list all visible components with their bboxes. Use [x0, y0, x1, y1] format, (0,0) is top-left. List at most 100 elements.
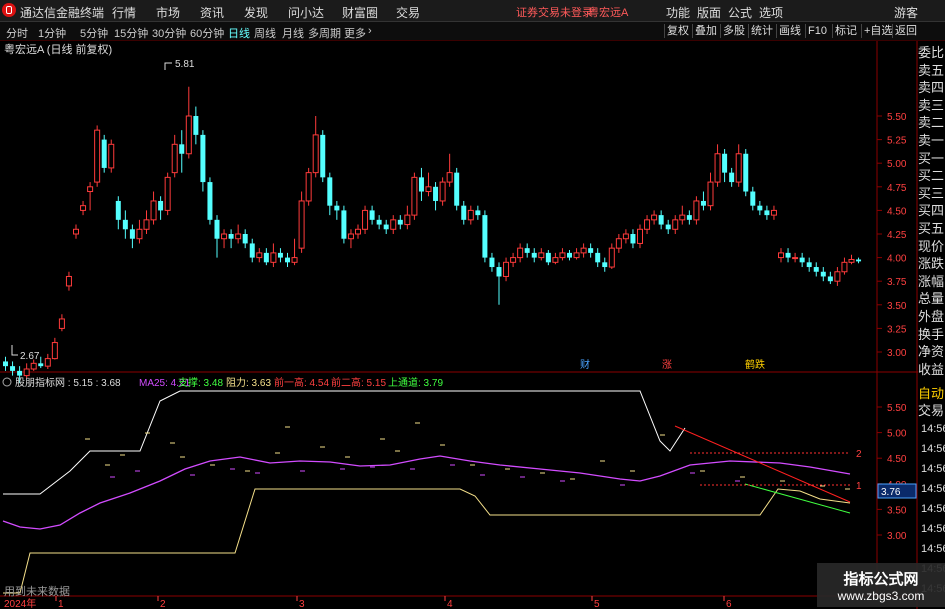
candle [806, 257, 812, 272]
tool-overlay[interactable]: 叠加 [692, 24, 719, 38]
candle [383, 219, 389, 234]
quote-panel-label[interactable]: 卖四 [918, 79, 945, 96]
candle [651, 210, 658, 225]
tool-stats[interactable]: 统计 [748, 24, 775, 38]
candle [615, 234, 622, 253]
quote-panel-label[interactable]: 买一 [918, 150, 945, 167]
quote-panel-label[interactable]: 卖五 [918, 62, 945, 79]
quote-panel-tab[interactable]: 交易 [918, 402, 945, 419]
candle [158, 196, 164, 220]
candle [729, 167, 735, 187]
candle [496, 262, 502, 305]
period-multi[interactable]: 多周期 [308, 25, 341, 41]
period-more[interactable]: 更多 [344, 25, 366, 41]
candle [778, 248, 784, 263]
tool-adjust[interactable]: 复权 [664, 24, 691, 38]
candle [228, 229, 234, 249]
main-y-tick-label: 5.50 [887, 112, 907, 123]
candle [538, 248, 545, 261]
candle [136, 219, 143, 244]
quote-panel-label[interactable]: 现价 [918, 238, 945, 255]
candle [87, 182, 94, 211]
quote-panel-label[interactable]: 买三 [918, 185, 945, 202]
quote-panel-label[interactable]: 卖三 [918, 97, 945, 114]
chart-area[interactable]: 粤宏远A (日线 前复权) 5.50 5.25 5.00 4.75 4.50 4.25 4.… [0, 41, 945, 609]
trade-time: 14:56 [921, 463, 945, 475]
period-tick[interactable]: 分时 [6, 25, 28, 41]
tool-f10[interactable]: F10 [805, 24, 829, 38]
candle [630, 229, 636, 249]
quote-panel-label[interactable]: 买五 [918, 220, 945, 237]
candle [827, 271, 833, 285]
menu-guest[interactable]: 游客 [894, 4, 918, 21]
support-value: 支撑: 3.48 [178, 376, 223, 389]
period-5min[interactable]: 5分钟 [80, 25, 108, 41]
candle [73, 224, 79, 239]
event-marker-fall[interactable]: 鹤跌 [745, 358, 765, 371]
chevron-right-icon[interactable]: › [368, 25, 372, 37]
quote-panel-label[interactable]: 涨跌 [918, 255, 945, 272]
period-60min[interactable]: 60分钟 [190, 25, 224, 41]
quote-panel-label[interactable]: 净资 [918, 343, 945, 360]
menu-wealth[interactable]: 财富圈 [342, 4, 378, 21]
login-status[interactable]: 证券交易未登录 [516, 4, 593, 20]
main-y-tick-label: 3.00 [887, 348, 907, 359]
main-y-axis: 5.50 5.25 5.00 4.75 4.50 4.25 4.00 3.75 3.50 3.25… [877, 112, 907, 359]
quote-panel-tab[interactable]: 自动 [918, 385, 945, 402]
tool-draw[interactable]: 画线 [776, 24, 803, 38]
period-monthly[interactable]: 月线 [282, 25, 304, 41]
quote-panel-label[interactable]: 卖一 [918, 132, 945, 149]
period-30min[interactable]: 30分钟 [152, 25, 186, 41]
quote-panel-label[interactable]: 换手 [918, 326, 945, 343]
candle [143, 210, 150, 234]
indicator-dash-markers [85, 422, 850, 490]
main-y-tick-label: 5.00 [887, 159, 907, 170]
indicator-y-tick-label: 3.50 [887, 505, 907, 516]
x-axis-month-4: 4 [447, 599, 453, 609]
menu-discover[interactable]: 发现 [244, 4, 268, 21]
period-daily[interactable]: 日线 [228, 25, 250, 41]
menu-market-quotes[interactable]: 行情 [112, 4, 136, 21]
future-data-note: 用到未来数据 [4, 586, 70, 598]
main-chart-title: 粤宏远A (日线 前复权) [4, 42, 112, 56]
menu-options[interactable]: 选项 [759, 4, 783, 21]
trade-time: 14:56 [921, 503, 945, 515]
tool-multi-stock[interactable]: 多股 [720, 24, 747, 38]
tool-back[interactable]: 返回 [892, 24, 919, 38]
main-y-tick-label: 3.50 [887, 301, 907, 312]
tool-mark[interactable]: 标记 [832, 24, 859, 38]
candle [376, 215, 382, 230]
candle [200, 130, 206, 192]
menu-functions[interactable]: 功能 [666, 4, 690, 21]
x-axis-month-6: 6 [726, 599, 732, 609]
period-weekly[interactable]: 周线 [254, 25, 276, 41]
menu-ask[interactable]: 问小达 [288, 4, 324, 21]
quote-panel-label[interactable]: 卖二 [918, 114, 945, 131]
quote-panel-label[interactable]: 收益 [918, 361, 945, 378]
menu-news[interactable]: 资讯 [200, 4, 224, 21]
menu-formula[interactable]: 公式 [728, 4, 752, 21]
candle [80, 200, 87, 216]
candle [3, 356, 8, 371]
event-marker-finance[interactable]: 财 [580, 358, 590, 371]
menu-layout[interactable]: 版面 [697, 4, 721, 21]
event-marker-rise[interactable]: 涨 [662, 359, 672, 371]
tool-add-watchlist[interactable]: +自选 [861, 24, 894, 38]
quote-panel-label[interactable]: 委比 [918, 44, 945, 61]
period-15min[interactable]: 15分钟 [114, 25, 148, 41]
quote-panel-label[interactable]: 外盘 [918, 308, 945, 325]
quote-panel-label[interactable]: 买四 [918, 202, 945, 219]
candle [369, 205, 375, 225]
candle [242, 229, 248, 249]
candle [567, 250, 572, 261]
menu-market[interactable]: 市场 [156, 4, 180, 21]
candle [320, 130, 326, 183]
quote-panel-label[interactable]: 买二 [918, 167, 945, 184]
candle [446, 153, 453, 187]
indicator-settings-icon[interactable] [2, 377, 12, 387]
period-1min[interactable]: 1分钟 [38, 25, 66, 41]
quote-panel-label[interactable]: 总量 [918, 290, 945, 307]
menu-trade[interactable]: 交易 [396, 4, 420, 21]
quote-panel-label[interactable]: 涨幅 [918, 273, 945, 290]
candle [65, 271, 72, 291]
